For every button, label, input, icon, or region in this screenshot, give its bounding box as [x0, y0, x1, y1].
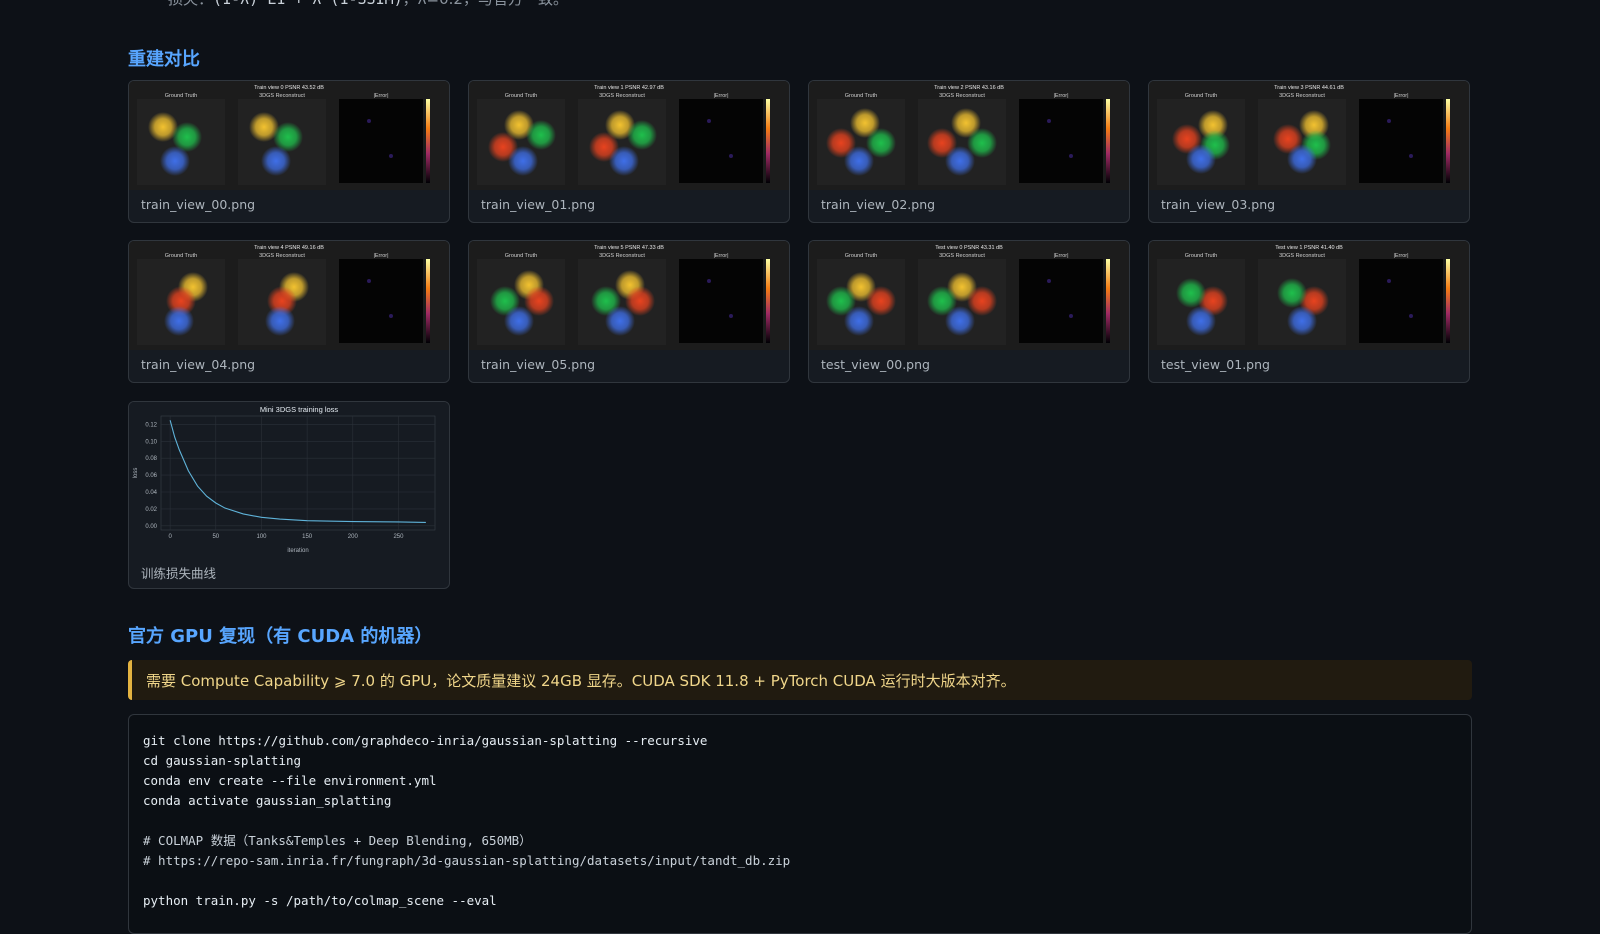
gallery-card[interactable]: Train view 2 PSNR 43.16 dB Ground Truth 3D… [808, 80, 1130, 223]
card-caption: train_view_01.png [481, 197, 596, 212]
panel-label: Ground Truth [505, 253, 537, 259]
thumbnail-title: Train view 2 PSNR 43.16 dB [934, 85, 1004, 91]
y-tick-label: 0.12 [145, 422, 157, 428]
y-tick-label: 0.10 [145, 439, 157, 445]
panel-label: |Error| [1053, 253, 1068, 259]
code-line: cd gaussian-splatting [143, 753, 302, 768]
code-line: python train.py -s /path/to/colmap_scene… [143, 893, 497, 908]
gallery-card[interactable]: Train view 3 PSNR 44.61 dB Ground Truth 3D… [1148, 80, 1470, 223]
panel-label: 3DGS Reconstruct [939, 253, 985, 259]
reconstruction-thumbnail: Train view 3 PSNR 44.61 dB Ground Truth 3D… [1149, 81, 1469, 190]
x-axis-label: iteration [287, 548, 308, 554]
code-line: conda env create --file environment.yml [143, 773, 437, 788]
panel-label: Ground Truth [165, 253, 197, 259]
loss-chart: Mini 3DGS training loss 0 50 100 150 200 250 0.… [129, 402, 449, 554]
reconstruction-thumbnail: Train view 5 PSNR 47.33 dB Ground Truth 3D… [469, 241, 789, 350]
panel-label: |Error| [1393, 253, 1408, 259]
y-tick-label: 0.06 [145, 473, 157, 479]
y-tick-label: 0.02 [145, 507, 157, 513]
gallery-card[interactable]: Train view 4 PSNR 49.16 dB Ground Truth 3D… [128, 240, 450, 383]
card-caption: train_view_05.png [481, 357, 596, 372]
gpu-section-heading: 官方 GPU 复现（有 CUDA 的机器） [128, 626, 433, 647]
x-tick-label: 250 [393, 534, 404, 540]
gallery-card[interactable]: Train view 1 PSNR 42.97 dB Ground Truth 3D… [468, 80, 790, 223]
card-caption: test_view_00.png [821, 357, 930, 372]
card-caption: test_view_01.png [1161, 357, 1270, 372]
y-tick-label: 0.08 [145, 456, 157, 462]
panel-label: 3DGS Reconstruct [1279, 93, 1325, 99]
panel-label: Ground Truth [165, 93, 197, 99]
panel-label: |Error| [713, 253, 728, 259]
panel-label: 3DGS Reconstruct [939, 93, 985, 99]
panel-label: 3DGS Reconstruct [259, 93, 305, 99]
reconstruction-thumbnail: Train view 1 PSNR 42.97 dB Ground Truth 3D… [469, 81, 789, 190]
x-tick-label: 50 [212, 534, 219, 540]
x-tick-label: 100 [256, 534, 267, 540]
panel-label: Ground Truth [845, 93, 877, 99]
gallery-card[interactable]: Train view 5 PSNR 47.33 dB Ground Truth 3D… [468, 240, 790, 383]
y-tick-label: 0.00 [145, 524, 157, 530]
reconstruction-thumbnail: Test view 1 PSNR 41.40 dB Ground Truth 3DG… [1149, 241, 1469, 350]
y-tick-label: 0.04 [145, 490, 157, 496]
thumbnail-title: Test view 0 PSNR 43.31 dB [935, 245, 1003, 251]
panel-label: |Error| [1053, 93, 1068, 99]
panel-label: 3DGS Reconstruct [599, 93, 645, 99]
code-line: git clone https://github.com/graphdeco-i… [143, 733, 708, 748]
thumbnail-title: Train view 5 PSNR 47.33 dB [594, 245, 664, 251]
panel-label: |Error| [373, 93, 388, 99]
panel-label: 3DGS Reconstruct [1279, 253, 1325, 259]
gallery-card[interactable]: Test view 1 PSNR 41.40 dB Ground Truth 3DG… [1148, 240, 1470, 383]
thumbnail-title: Train view 4 PSNR 49.16 dB [254, 245, 324, 251]
chart-title: Mini 3DGS training loss [260, 405, 339, 414]
reconstruction-heading: 重建对比 [128, 49, 200, 70]
reconstruction-thumbnail: Train view 2 PSNR 43.16 dB Ground Truth 3D… [809, 81, 1129, 190]
reconstruction-thumbnail: Test view 0 PSNR 43.31 dB Ground Truth 3DG… [809, 241, 1129, 350]
panel-label: |Error| [373, 253, 388, 259]
panel-label: Ground Truth [845, 253, 877, 259]
y-axis-label: loss [133, 468, 139, 479]
panel-label: Ground Truth [1185, 253, 1217, 259]
loss-formula: (1-λ) L1 + λ (1-SSIM) [213, 0, 403, 8]
thumbnail-title: Train view 1 PSNR 42.97 dB [594, 85, 664, 91]
panel-label: Ground Truth [1185, 93, 1217, 99]
loss-formula-text: 损失：(1-λ) L1 + λ (1-SSIM)，λ=0.2，与官方一致。 [168, 0, 568, 9]
panel-label: Ground Truth [505, 93, 537, 99]
reconstruction-thumbnail: Train view 0 PSNR 43.52 dB Ground Truth 3D… [129, 81, 449, 190]
x-tick-label: 150 [302, 534, 313, 540]
panel-label: 3DGS Reconstruct [259, 253, 305, 259]
code-text: git clone https://github.com/graphdeco-i… [143, 731, 1457, 911]
code-line: conda activate gaussian_splatting [143, 793, 392, 808]
code-comment-line: # https://repo-sam.inria.fr/fungraph/3d-… [143, 853, 791, 868]
gpu-requirement-warning: 需要 Compute Capability ⩾ 7.0 的 GPU，论文质量建议… [128, 660, 1472, 700]
code-comment-line: # COLMAP 数据（Tanks&Temples + Deep Blendin… [143, 833, 532, 848]
thumbnail-title: Train view 3 PSNR 44.61 dB [1274, 85, 1344, 91]
x-tick-label: 200 [348, 534, 359, 540]
gallery-card[interactable]: Train view 0 PSNR 43.52 dB Ground Truth 3D… [128, 80, 450, 223]
card-caption: train_view_03.png [1161, 197, 1276, 212]
panel-label: 3DGS Reconstruct [599, 253, 645, 259]
reconstruction-thumbnail: Train view 4 PSNR 49.16 dB Ground Truth 3D… [129, 241, 449, 350]
code-block[interactable]: git clone https://github.com/graphdeco-i… [128, 714, 1472, 934]
thumbnail-title: Train view 0 PSNR 43.52 dB [254, 85, 324, 91]
thumbnail-title: Test view 1 PSNR 41.40 dB [1275, 245, 1343, 251]
x-tick-label: 0 [168, 534, 172, 540]
panel-label: |Error| [713, 93, 728, 99]
panel-label: |Error| [1393, 93, 1408, 99]
card-caption: 训练损失曲线 [141, 566, 217, 581]
card-caption: train_view_00.png [141, 197, 256, 212]
gallery-card[interactable]: Test view 0 PSNR 43.31 dB Ground Truth 3DG… [808, 240, 1130, 383]
card-caption: train_view_02.png [821, 197, 936, 212]
loss-curve-card[interactable]: Mini 3DGS training loss 0 50 100 150 200 250 0.… [128, 401, 450, 589]
card-caption: train_view_04.png [141, 357, 256, 372]
